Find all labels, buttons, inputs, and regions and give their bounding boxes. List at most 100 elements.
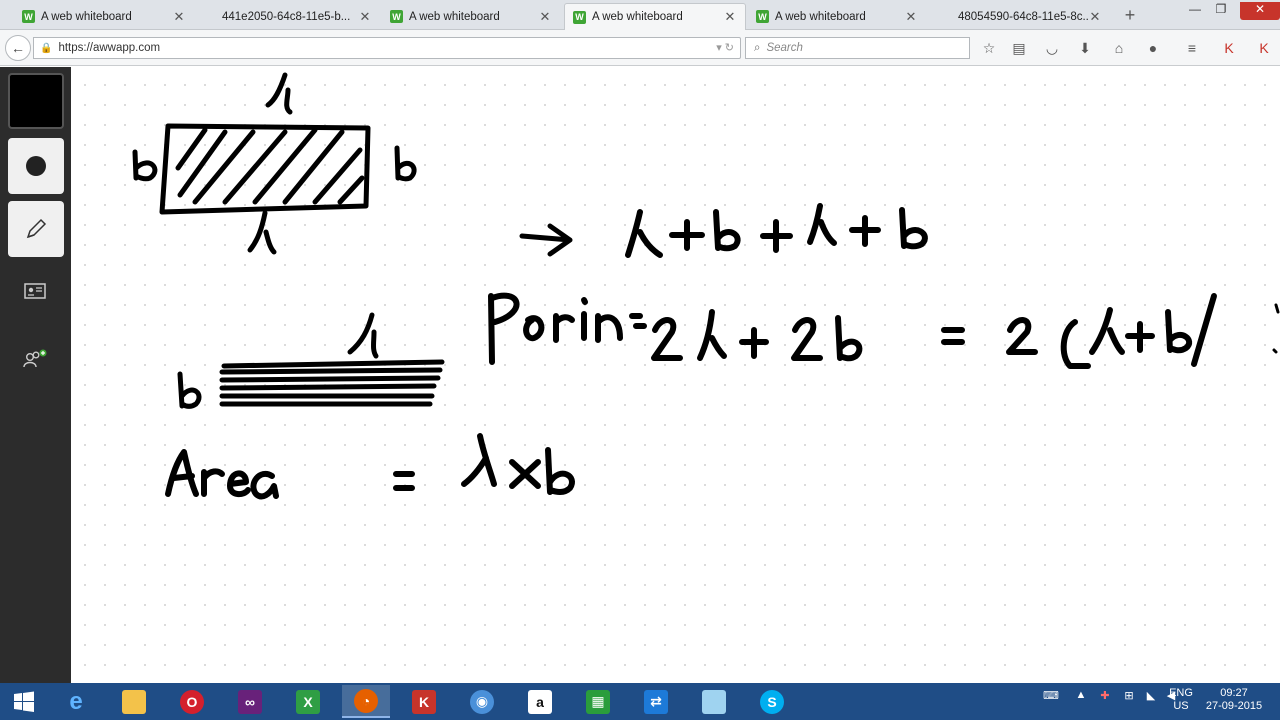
label-l-top — [265, 72, 293, 115]
brush-size-button[interactable] — [8, 138, 64, 194]
whiteboard-favicon-icon: W — [390, 10, 403, 23]
pen-tool-button[interactable] — [8, 201, 64, 257]
tab-whiteboard-4[interactable]: W A web whiteboard ✕ — [748, 3, 926, 30]
tab-whiteboard-active[interactable]: W A web whiteboard ✕ — [564, 3, 746, 30]
tab-close-icon[interactable]: ✕ — [723, 9, 737, 25]
notepad-icon — [702, 689, 726, 714]
tab-close-icon[interactable]: ✕ — [538, 9, 552, 25]
skype-icon: S — [760, 689, 784, 714]
reading-list-icon[interactable]: ▤ — [1010, 39, 1028, 57]
factored-formula-sketch — [941, 293, 1217, 369]
tab-label: A web whiteboard — [41, 10, 132, 23]
clock-time: 09:27 — [1220, 687, 1248, 699]
download-icon[interactable]: ⬇ — [1076, 39, 1094, 57]
tab-close-icon[interactable]: ✕ — [172, 9, 186, 25]
label-b-right — [394, 145, 417, 182]
tab-label: A web whiteboard — [775, 10, 866, 23]
whiteboard-canvas[interactable] — [71, 67, 1280, 683]
label-l-line — [347, 312, 379, 359]
amazon-icon: a — [528, 689, 552, 714]
windows-taskbar: e O ∞ X ◔ K ◉ a ▦ ⇄ S ⌨ ▲ ✚ ⊞ ◣ ◀ ENG US — [0, 683, 1280, 720]
label-b-line — [177, 371, 202, 409]
internet-explorer-button[interactable]: e — [52, 685, 100, 718]
extension-2-icon[interactable]: K — [1255, 39, 1273, 57]
opera-button[interactable]: O — [168, 685, 216, 718]
search-input[interactable]: ⌕ Search — [745, 37, 970, 59]
perimeter-sum-sketch — [625, 203, 928, 258]
tab-label: 441e2050-64c8-11e5-b... — [222, 10, 351, 23]
visual-studio-icon: ∞ — [238, 689, 262, 714]
kaspersky-icon: K — [412, 689, 436, 714]
whiteboard-favicon-icon: W — [756, 10, 769, 23]
visual-studio-button[interactable]: ∞ — [226, 685, 274, 718]
color-picker-button[interactable] — [8, 73, 64, 129]
windows-flag-icon[interactable]: ⊞ — [1120, 689, 1138, 702]
extension-icon[interactable]: K — [1220, 39, 1238, 57]
language-indicator[interactable]: ENG US — [1168, 687, 1194, 713]
back-arrow-icon: ← — [11, 40, 25, 56]
whiteboard-toolbar — [0, 67, 71, 683]
tray-expand-icon[interactable]: ▲ — [1074, 689, 1088, 701]
whiteboard-favicon-icon: W — [573, 10, 586, 24]
keyboard-icon[interactable]: ⌨ — [1038, 689, 1064, 702]
label-b-left — [132, 149, 158, 182]
minimize-icon[interactable]: — — [1182, 2, 1208, 16]
url-text: https://awwapp.com — [58, 42, 161, 54]
bookmark-star-icon[interactable]: ☆ — [980, 39, 998, 57]
invite-users-icon[interactable] — [21, 349, 49, 369]
tab-close-icon[interactable]: ✕ — [1088, 9, 1102, 25]
whiteboard-favicon-icon: W — [22, 10, 35, 23]
folder-icon — [122, 689, 146, 714]
excel-icon: X — [296, 689, 320, 714]
chrome-icon: ◉ — [470, 689, 494, 714]
board-info-icon[interactable] — [21, 283, 49, 303]
file-explorer-button[interactable] — [110, 685, 158, 718]
tab-image-2[interactable]: 48054590-64c8-11e5-8c... ✕ — [950, 3, 1110, 30]
kaspersky-button[interactable]: K — [400, 685, 448, 718]
back-button[interactable]: ← — [5, 35, 31, 61]
firefox-icon: ◔ — [354, 688, 378, 713]
rectangle-sketch — [159, 123, 371, 215]
home-icon[interactable]: ⌂ — [1110, 39, 1128, 57]
notepad-button[interactable] — [690, 685, 738, 718]
tab-label: 48054590-64c8-11e5-8c... — [958, 10, 1088, 23]
tab-label: A web whiteboard — [592, 11, 683, 23]
chat-icon[interactable]: ● — [1144, 39, 1162, 57]
window-close-icon[interactable]: ✕ — [1240, 2, 1280, 20]
tab-close-icon[interactable]: ✕ — [358, 9, 372, 25]
windows-store-button[interactable]: ▦ — [574, 685, 622, 718]
skype-button[interactable]: S — [748, 685, 796, 718]
search-placeholder: Search — [766, 42, 803, 54]
search-icon: ⌕ — [754, 41, 761, 54]
excel-button[interactable]: X — [284, 685, 332, 718]
browser-tab-bar: W A web whiteboard ✕ 441e2050-64c8-11e5-… — [0, 0, 1280, 30]
reload-icon[interactable]: ▾ ↻ — [716, 41, 734, 54]
teamviewer-button[interactable]: ⇄ — [632, 685, 680, 718]
amazon-button[interactable]: a — [516, 685, 564, 718]
tab-close-icon[interactable]: ✕ — [904, 9, 918, 25]
region-label: US — [1173, 700, 1189, 712]
brush-dot-icon — [26, 156, 46, 176]
tab-image-1[interactable]: 441e2050-64c8-11e5-b... ✕ — [214, 3, 380, 30]
menu-icon[interactable]: ≡ — [1183, 39, 1201, 57]
maximize-icon[interactable]: ❐ — [1208, 2, 1234, 16]
label-l-bottom — [247, 210, 277, 255]
clock[interactable]: 09:27 27-09-2015 — [1204, 687, 1264, 713]
antivirus-tray-icon[interactable]: ✚ — [1096, 689, 1114, 702]
edge-stroke-sketch — [1272, 303, 1280, 354]
start-button[interactable] — [0, 685, 48, 718]
pocket-icon[interactable]: ◡ — [1043, 39, 1061, 57]
tab-whiteboard-2[interactable]: W A web whiteboard ✕ — [382, 3, 560, 30]
arrow-sketch — [519, 223, 573, 257]
language-label: ENG — [1169, 687, 1193, 699]
firefox-button[interactable]: ◔ — [342, 685, 390, 718]
tab-whiteboard-1[interactable]: W A web whiteboard ✕ — [14, 3, 194, 30]
chrome-button[interactable]: ◉ — [458, 685, 506, 718]
lock-icon: 🔒 — [40, 42, 53, 54]
store-icon: ▦ — [586, 689, 610, 714]
new-tab-button[interactable]: + — [1120, 5, 1140, 26]
network-icon[interactable]: ◣ — [1142, 689, 1160, 702]
url-bar[interactable]: 🔒 https://awwapp.com ▾ ↻ — [33, 37, 741, 59]
clock-date: 27-09-2015 — [1205, 700, 1263, 712]
area-formula-sketch — [165, 433, 575, 500]
